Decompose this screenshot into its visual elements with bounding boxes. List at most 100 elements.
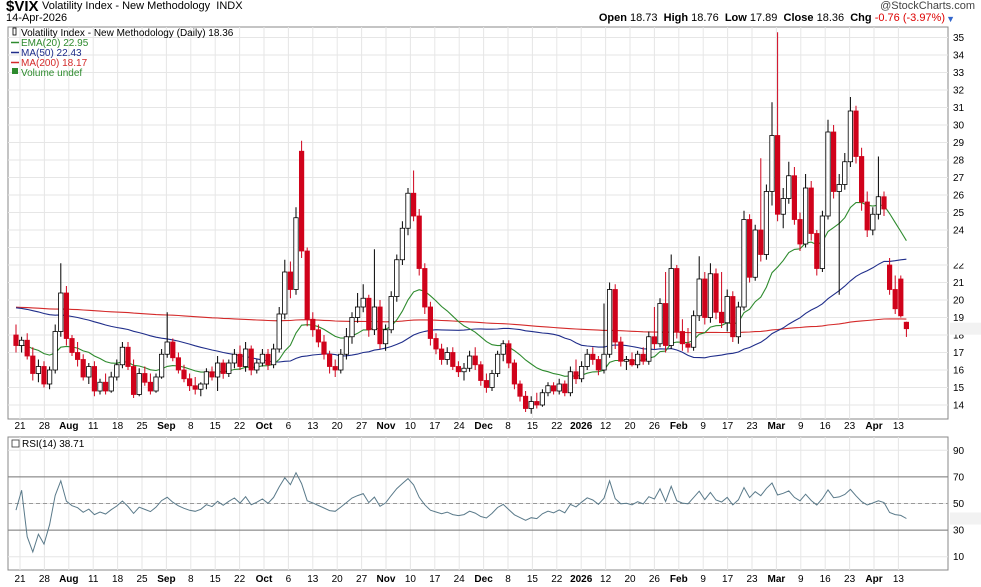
x-axis-label: 9 xyxy=(798,574,804,585)
x-axis-label: 6 xyxy=(286,421,292,432)
candle-body xyxy=(657,303,663,345)
candle-body xyxy=(405,192,411,229)
price-tick-label: 32 xyxy=(953,86,965,97)
candle-body xyxy=(551,385,557,392)
candle-body xyxy=(483,380,490,388)
candle-body xyxy=(494,353,501,374)
price-tick-label: 17 xyxy=(953,348,965,359)
candle-body xyxy=(601,353,607,371)
candle-body xyxy=(220,362,226,374)
candle-body xyxy=(786,175,792,199)
price-tick-label: 30 xyxy=(953,121,965,132)
candle-body xyxy=(836,184,842,192)
candle-body xyxy=(136,373,142,395)
candle-body xyxy=(511,362,518,385)
x-axis-label: 16 xyxy=(820,421,832,432)
ma50-value-badge-bg xyxy=(950,251,981,264)
candle-body xyxy=(326,353,333,367)
rsi-tick-label: 50 xyxy=(953,499,965,510)
candle-body xyxy=(147,381,153,392)
candle-body xyxy=(265,353,271,366)
x-axis-label: 8 xyxy=(188,574,194,585)
x-axis-label: 20 xyxy=(332,574,344,585)
candle-body xyxy=(724,296,730,324)
candle-body xyxy=(741,219,747,308)
candle-body xyxy=(607,289,613,355)
candle-body xyxy=(679,331,686,345)
x-axis-label: 27 xyxy=(356,421,368,432)
candle-body xyxy=(321,341,327,355)
candle-body xyxy=(903,321,910,330)
x-axis-label: Apr xyxy=(865,574,882,585)
candle-body xyxy=(763,191,770,255)
candle-body xyxy=(114,364,120,378)
x-axis-label: 13 xyxy=(307,421,319,432)
candle-body xyxy=(119,346,125,366)
x-axis-label: 22 xyxy=(551,421,563,432)
candle-body xyxy=(343,336,350,355)
rsi-tick-label: 70 xyxy=(953,472,965,483)
candle-body xyxy=(797,219,803,245)
price-tick-label: 19 xyxy=(953,313,965,324)
candle-body xyxy=(248,348,254,371)
candle-body xyxy=(125,346,131,367)
candle-body xyxy=(691,315,697,348)
candle-body xyxy=(808,187,814,234)
x-axis-label: Oct xyxy=(256,574,273,585)
x-axis-label: 9 xyxy=(700,421,706,432)
candle-body xyxy=(304,250,310,320)
candle-body xyxy=(270,348,277,366)
x-axis-label: 2026 xyxy=(570,421,593,432)
candle-body xyxy=(97,381,103,392)
candle-body xyxy=(382,329,389,345)
x-axis-label: 15 xyxy=(210,574,222,585)
x-axis-label: 18 xyxy=(112,574,124,585)
candle-body xyxy=(360,297,366,308)
candle-body xyxy=(108,376,114,392)
x-axis-label: 25 xyxy=(136,421,148,432)
candle-body xyxy=(214,362,221,378)
candle-body xyxy=(584,353,590,367)
x-axis-label: 8 xyxy=(505,574,511,585)
candle-body xyxy=(35,366,42,374)
price-tick-label: 33 xyxy=(953,68,965,79)
x-axis-label: 13 xyxy=(893,421,905,432)
candle-body xyxy=(366,297,372,331)
x-axis-label: 11 xyxy=(88,574,99,585)
x-axis-label: 12 xyxy=(600,574,612,585)
candle-body xyxy=(181,369,187,380)
price-tick-label: 35 xyxy=(953,33,965,44)
legend-volume: Volume undef xyxy=(21,68,82,79)
price-tick-label: 31 xyxy=(953,103,965,114)
candle-body xyxy=(713,273,719,313)
candle-body xyxy=(63,292,69,339)
rsi-legend-swatch xyxy=(11,439,20,448)
rsi-tick-label: 90 xyxy=(953,446,965,457)
x-axis-label: 6 xyxy=(286,574,292,585)
candle-body xyxy=(47,369,53,385)
candle-body xyxy=(242,348,249,367)
candle-body xyxy=(791,175,798,220)
candle-body xyxy=(595,359,602,371)
candle-body xyxy=(354,306,361,318)
x-axis-label: 23 xyxy=(746,574,758,585)
candle-body xyxy=(186,378,193,387)
x-axis-label: 21 xyxy=(14,421,26,432)
candle-body xyxy=(825,131,831,217)
candle-body xyxy=(875,196,882,215)
x-axis-label: 8 xyxy=(188,421,194,432)
candle-body xyxy=(803,187,809,245)
x-axis-label: 13 xyxy=(893,574,905,585)
price-tick-label: 21 xyxy=(953,278,965,289)
candle-body xyxy=(735,306,742,338)
candle-body xyxy=(567,371,574,394)
candle-body xyxy=(371,306,378,331)
candle-body xyxy=(198,383,204,390)
candle-body xyxy=(52,331,58,371)
x-axis-label: 2026 xyxy=(570,574,593,585)
candle-body xyxy=(472,355,478,366)
candle-body xyxy=(528,401,534,409)
candle-body xyxy=(545,385,551,394)
x-axis-label: Sep xyxy=(157,574,175,585)
candle-body xyxy=(438,348,445,360)
